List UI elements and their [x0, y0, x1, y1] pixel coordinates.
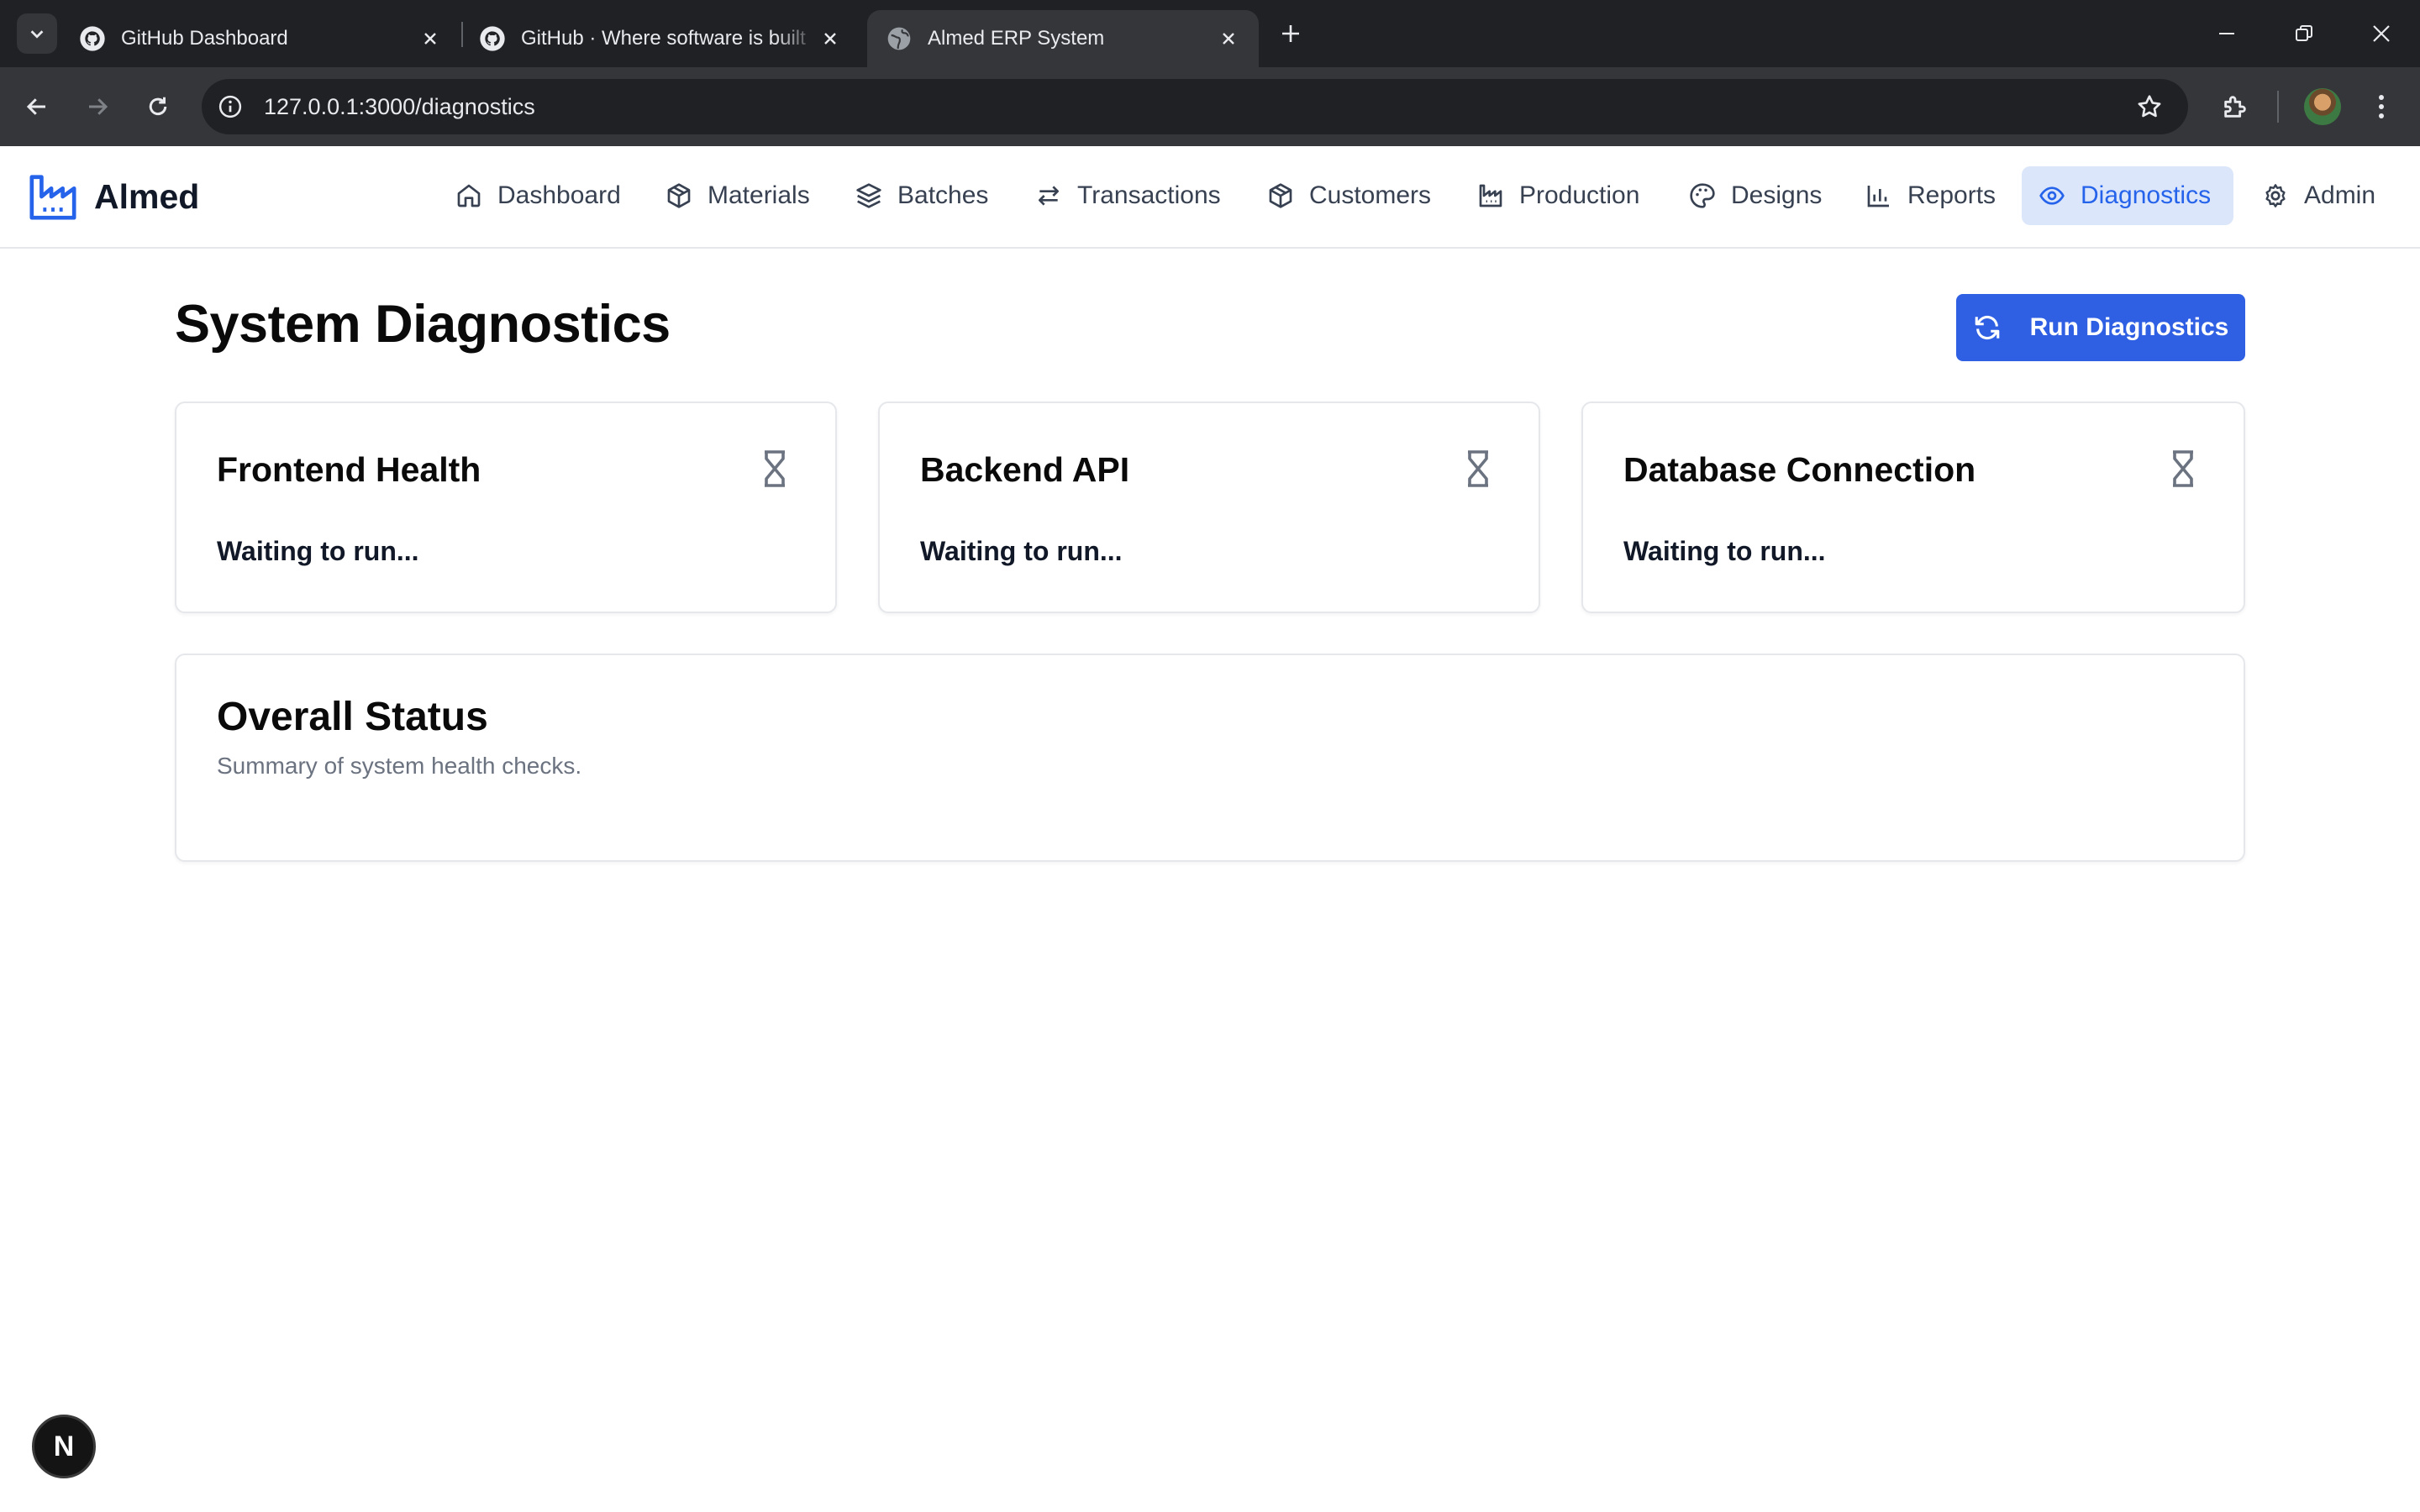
hourglass-icon [2173, 450, 2193, 487]
check-card-frontend: Frontend Health Waiting to run... [175, 402, 837, 613]
nav-batches[interactable]: Batches [839, 166, 1005, 225]
forward-button[interactable] [77, 87, 118, 127]
restore-button[interactable] [2286, 15, 2323, 52]
hourglass-icon [765, 450, 785, 487]
overall-status-card: Overall Status Summary of system health … [175, 654, 2245, 862]
check-status: Waiting to run... [920, 536, 1123, 566]
brand-logo[interactable]: Almed [27, 170, 199, 223]
nav-label: Transactions [1077, 181, 1221, 209]
close-icon [2373, 25, 2390, 42]
nav-production[interactable]: Production [1460, 166, 1656, 225]
reload-icon [149, 97, 167, 116]
reload-button[interactable] [138, 87, 178, 127]
browser-tab-almed-erp[interactable]: Almed ERP System [867, 10, 1259, 67]
close-window-button[interactable] [2363, 15, 2400, 52]
nav-reports[interactable]: Reports [1849, 166, 2012, 225]
palette-icon [1690, 183, 1715, 208]
browser-tab-bar: GitHub Dashboard GitHub · Where software… [0, 0, 2420, 67]
nav-label: Diagnostics [2081, 181, 2212, 209]
nav-dashboard[interactable]: Dashboard [439, 166, 638, 225]
page-title: System Diagnostics [175, 295, 671, 354]
check-status: Waiting to run... [217, 536, 419, 566]
minimize-icon [2219, 33, 2234, 34]
check-title: Database Connection [1623, 450, 1976, 489]
tab-title: GitHub Dashboard [121, 27, 288, 50]
github-icon [80, 26, 105, 51]
plus-icon [1282, 25, 1299, 42]
check-status: Waiting to run... [1623, 536, 1826, 566]
bookmark-star-icon[interactable] [2134, 92, 2165, 122]
nav-label: Designs [1731, 181, 1823, 209]
hourglass-icon [1468, 450, 1488, 487]
arrows-icon [1039, 186, 1059, 206]
package-icon [667, 183, 691, 208]
back-button[interactable] [17, 87, 57, 127]
home-icon [457, 184, 481, 207]
factory-icon [1479, 184, 1502, 207]
bar-chart-icon [1867, 186, 1889, 207]
arrow-right-icon [89, 98, 108, 115]
run-diagnostics-label: Run Diagnostics [2029, 313, 2229, 341]
overall-status-subtitle: Summary of system health checks. [217, 753, 582, 779]
extensions-puzzle-icon[interactable] [2215, 87, 2255, 127]
browser-tab-github-home[interactable]: GitHub · Where software is built [460, 10, 860, 67]
nav-label: Customers [1309, 181, 1432, 209]
nav-transactions[interactable]: Transactions [1018, 166, 1238, 225]
address-bar[interactable]: 127.0.0.1:3000/diagnostics [202, 79, 2188, 134]
browser-toolbar: 127.0.0.1:3000/diagnostics [0, 67, 2420, 146]
factory-logo-icon [29, 175, 76, 220]
github-icon [480, 26, 505, 51]
profile-avatar[interactable] [2304, 88, 2341, 125]
dev-badge-letter: N [53, 1430, 75, 1462]
nav-customers[interactable]: Customers [1250, 166, 1448, 225]
kebab-menu-icon [2379, 95, 2384, 118]
nav-designs[interactable]: Designs [1672, 166, 1839, 225]
nav-materials[interactable]: Materials [649, 166, 827, 225]
close-icon[interactable] [418, 27, 442, 50]
new-tab-button[interactable] [1274, 17, 1307, 50]
chevron-down-icon [30, 30, 44, 39]
nav-label: Admin [2304, 181, 2376, 209]
gear-icon [2265, 184, 2286, 207]
nav-admin[interactable]: Admin [2245, 166, 2392, 225]
nav-label: Production [1519, 181, 1640, 209]
check-title: Frontend Health [217, 450, 481, 489]
check-card-database: Database Connection Waiting to run... [1581, 402, 2245, 613]
tab-title: GitHub · Where software is built [521, 27, 806, 50]
tab-title: Almed ERP System [928, 27, 1105, 50]
nav-diagnostics[interactable]: Diagnostics [2022, 166, 2233, 225]
nav-label: Dashboard [497, 181, 621, 209]
dev-tools-badge[interactable]: N [32, 1415, 96, 1478]
close-icon[interactable] [818, 27, 842, 50]
check-card-backend: Backend API Waiting to run... [878, 402, 1540, 613]
nav-label: Batches [897, 181, 989, 209]
arrow-left-icon [26, 98, 45, 115]
globe-icon [887, 27, 911, 50]
site-info-icon[interactable] [213, 90, 247, 123]
browser-tab-github-dashboard[interactable]: GitHub Dashboard [60, 10, 460, 67]
nav-label: Reports [1907, 181, 1996, 209]
app-header: Almed Dashboard Materials Batches Transa… [0, 146, 2420, 249]
toolbar-divider [2277, 91, 2279, 123]
minimize-button[interactable] [2208, 15, 2245, 52]
layers-icon [856, 183, 881, 208]
nav-label: Materials [708, 181, 810, 209]
overall-status-title: Overall Status [217, 695, 488, 739]
close-icon[interactable] [1217, 27, 1240, 50]
package-icon [1269, 183, 1292, 208]
restore-icon [2296, 25, 2312, 41]
brand-name: Almed [94, 176, 200, 216]
url-text: 127.0.0.1:3000/diagnostics [264, 94, 535, 119]
refresh-icon [1975, 315, 1999, 340]
check-title: Backend API [920, 450, 1130, 489]
tab-search-button[interactable] [17, 13, 57, 54]
eye-icon [2039, 186, 2065, 205]
browser-menu-button[interactable] [2365, 87, 2398, 127]
run-diagnostics-button[interactable]: Run Diagnostics [1956, 294, 2245, 361]
